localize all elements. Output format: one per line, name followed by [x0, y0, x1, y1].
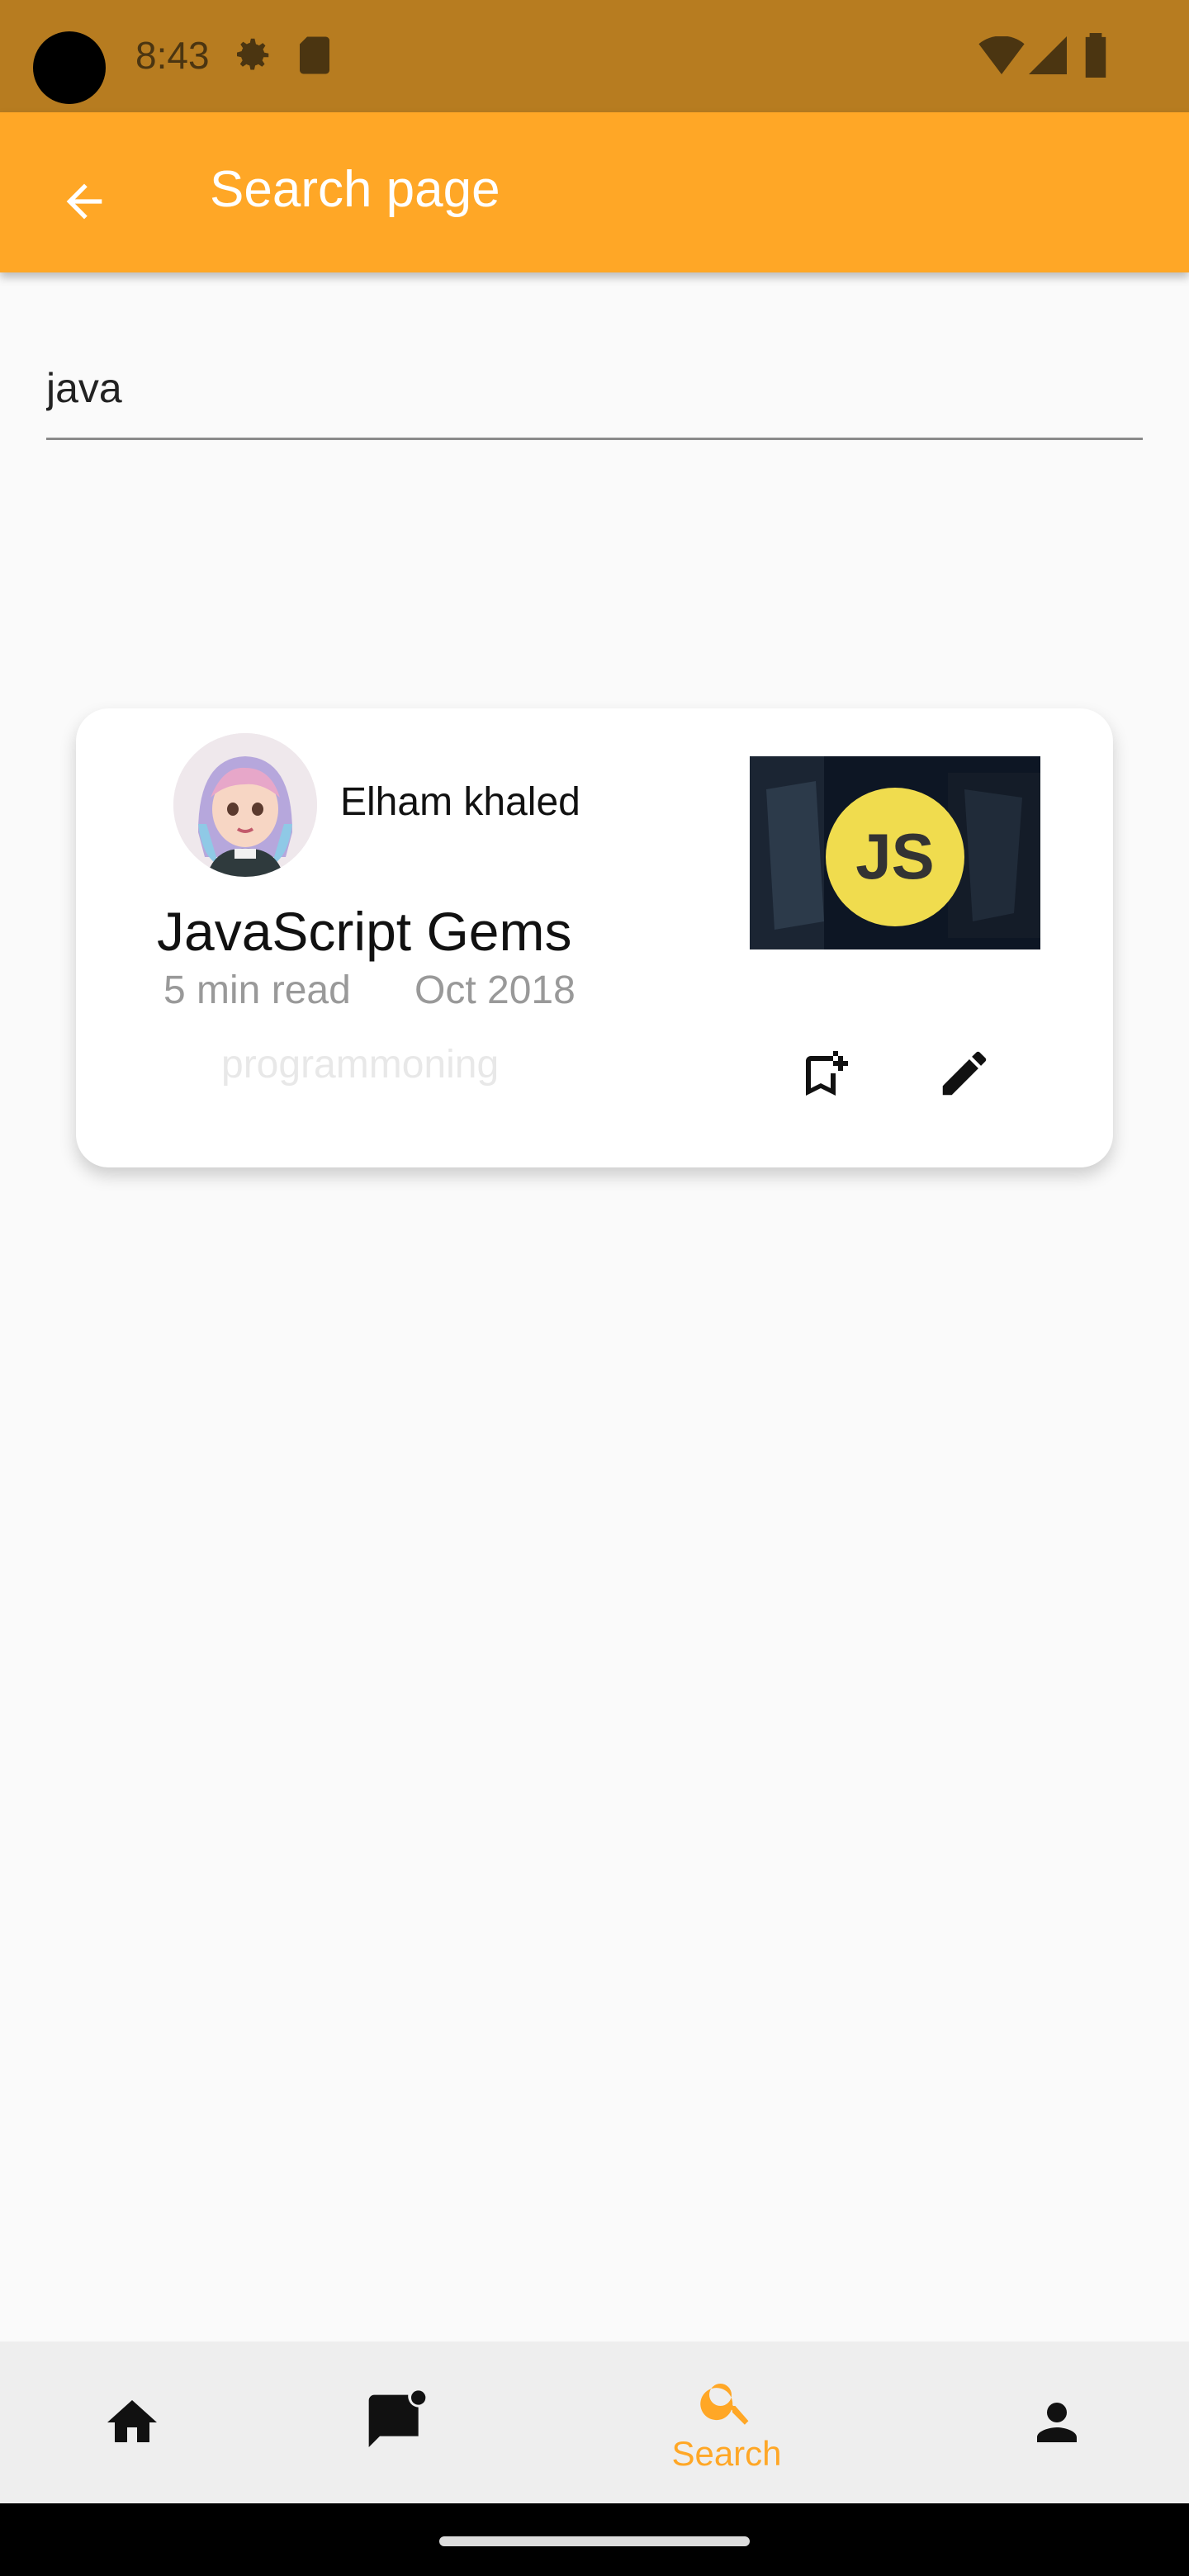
article-date: Oct 2018: [414, 968, 576, 1012]
pencil-icon: [942, 1051, 987, 1096]
sd-card-icon: [296, 33, 334, 82]
read-time: 5 min read: [163, 968, 351, 1012]
camera-cutout: [33, 31, 106, 104]
edit-button[interactable]: [925, 1034, 1004, 1113]
article-card[interactable]: Elham khaled JS JavaScript Gems 5 min re…: [76, 708, 1113, 1167]
settings-icon: [230, 33, 274, 82]
nav-item-profile[interactable]: [1007, 2342, 1106, 2503]
article-thumbnail: JS: [750, 756, 1040, 949]
search-field: [46, 339, 1143, 459]
battery-icon: [1083, 33, 1108, 82]
home-gesture-handle[interactable]: [439, 2536, 750, 2546]
bookmark-add-button[interactable]: [786, 1034, 865, 1113]
page-title: Search page: [210, 161, 500, 218]
app-bar: Search page: [0, 112, 1189, 272]
bookmark-add-icon: [806, 1051, 848, 1096]
nav-label-search: Search: [671, 2434, 782, 2473]
nav-item-chat[interactable]: [347, 2342, 446, 2503]
nav-item-search[interactable]: Search: [644, 2342, 809, 2503]
chat-icon: [368, 2390, 426, 2447]
article-tag: programmoning: [221, 1043, 500, 1087]
article-title: JavaScript Gems: [157, 901, 572, 962]
search-icon: [700, 2384, 749, 2425]
home-icon: [107, 2400, 157, 2442]
search-input[interactable]: [46, 339, 1143, 440]
arrow-back-icon: [66, 183, 102, 220]
js-logo-text: JS: [855, 820, 934, 893]
nav-item-home[interactable]: [83, 2342, 182, 2503]
status-time: 8:43: [135, 34, 210, 77]
status-bar: 8:43: [0, 0, 1189, 112]
author-name: Elham khaled: [340, 780, 580, 824]
bottom-navigation: Search: [0, 2342, 1189, 2503]
person-icon: [1037, 2403, 1077, 2442]
signal-icon: [1029, 36, 1067, 78]
back-button[interactable]: [45, 162, 124, 241]
system-navigation-bar: [0, 2503, 1189, 2576]
avatar: [173, 733, 317, 877]
wifi-icon: [978, 36, 1026, 78]
